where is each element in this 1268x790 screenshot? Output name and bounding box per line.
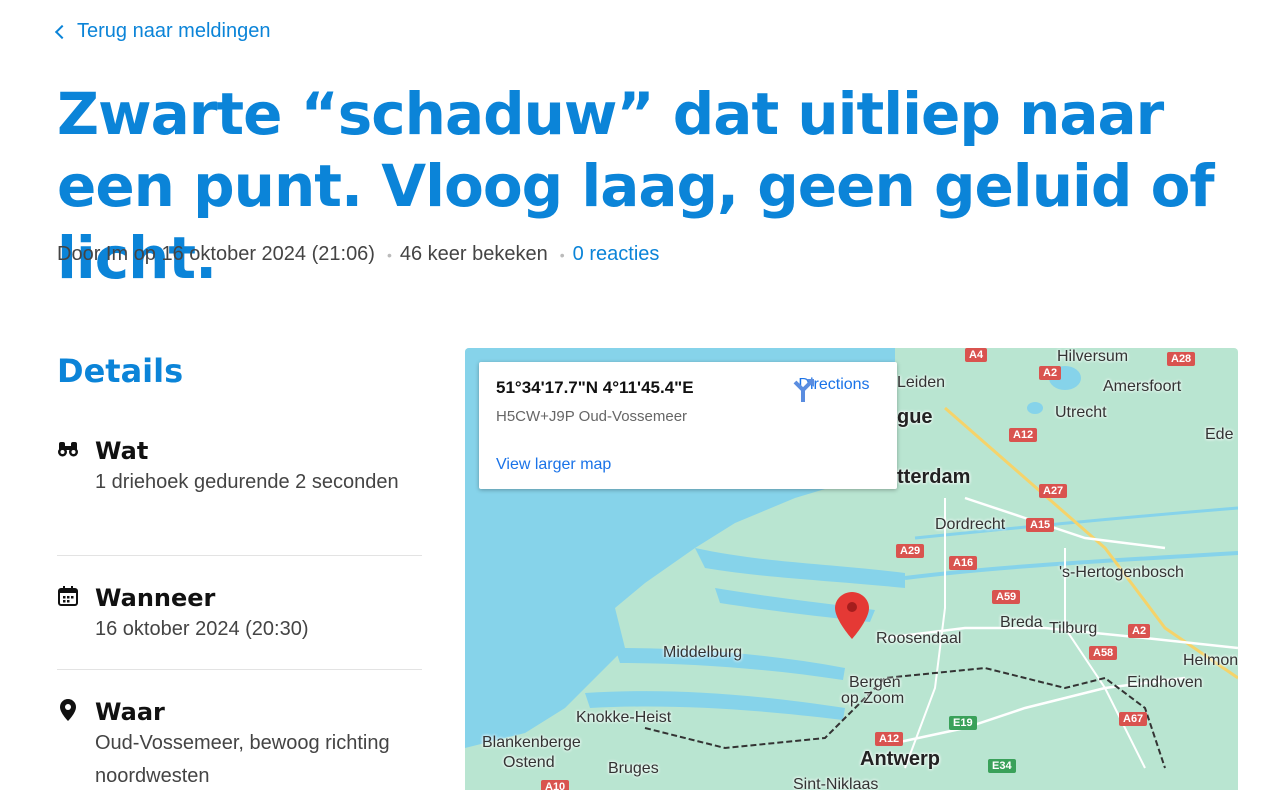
- detail-value: 16 oktober 2024 (20:30): [95, 618, 309, 640]
- map-place: tterdam: [897, 466, 971, 488]
- road-shield: E19: [949, 716, 977, 730]
- map-place: Helmon: [1183, 652, 1238, 669]
- binoculars-icon: [57, 438, 79, 460]
- map-place: Tilburg: [1049, 620, 1098, 637]
- map-info-card: 51°34'17.7"N 4°11'45.4"E H5CW+J9P Oud-Vo…: [479, 362, 897, 489]
- map-place: Blankenberge: [482, 734, 581, 751]
- meta-separator: •: [386, 246, 392, 263]
- map-place: Leiden: [897, 374, 946, 391]
- map-place: Sint-Niklaas: [793, 776, 879, 790]
- divider: [57, 555, 422, 556]
- road-shield: A12: [875, 732, 904, 746]
- road-shield: A15: [1026, 518, 1055, 532]
- road-shield: A67: [1119, 712, 1148, 726]
- details-heading: Details: [57, 352, 184, 390]
- map-place: Ostend: [503, 754, 555, 771]
- embedded-map[interactable]: Leiden gue Hilversum Amersfoort Utrecht …: [465, 348, 1238, 790]
- reactions-link[interactable]: 0 reacties: [573, 243, 660, 266]
- map-place: gue: [897, 406, 933, 428]
- road-shield: A58: [1089, 646, 1118, 660]
- road-shield: E34: [988, 759, 1016, 773]
- road-shield: A59: [992, 590, 1021, 604]
- meta-separator: •: [559, 246, 565, 263]
- meta-author-date: Door Im op 16 oktober 2024 (21:06): [57, 243, 375, 265]
- road-shield: A2: [1128, 624, 1151, 638]
- map-place: 's-Hertogenbosch: [1059, 564, 1184, 581]
- road-shield: A2: [1039, 366, 1062, 380]
- detail-what: Wat 1 driehoek gedurende 2 seconden: [57, 436, 422, 499]
- road-shield: A4: [965, 348, 988, 362]
- back-link-label: Terug naar meldingen: [77, 20, 271, 42]
- map-place: Knokke-Heist: [576, 709, 672, 726]
- map-place: Eindhoven: [1127, 674, 1203, 691]
- map-place: Utrecht: [1055, 404, 1107, 421]
- detail-when: Wanneer 16 oktober 2024 (20:30): [57, 583, 422, 646]
- road-shield: A27: [1039, 484, 1068, 498]
- road-shield: A29: [896, 544, 925, 558]
- back-to-reports-link[interactable]: Terug naar meldingen: [54, 20, 271, 43]
- map-plus-code: H5CW+J9P Oud-Vossemeer: [496, 408, 688, 425]
- map-coordinates: 51°34'17.7"N 4°11'45.4"E: [496, 378, 694, 397]
- report-meta: Door Im op 16 oktober 2024 (21:06) • 46 …: [57, 243, 659, 266]
- map-place: Breda: [1000, 614, 1043, 631]
- location-pin-icon: [57, 699, 79, 721]
- detail-value: 1 driehoek gedurende 2 seconden: [95, 471, 399, 493]
- map-place: Dordrecht: [935, 516, 1006, 533]
- detail-value: Oud-Vossemeer, bewoog richting noordwest…: [95, 732, 390, 787]
- directions-icon: [793, 379, 814, 402]
- directions-button[interactable]: Directions: [789, 376, 879, 402]
- meta-views: 46 keer bekeken: [399, 243, 548, 265]
- detail-label: Waar: [95, 698, 165, 726]
- chevron-left-icon: [54, 24, 70, 39]
- view-larger-map-link[interactable]: View larger map: [496, 456, 611, 474]
- map-place: Roosendaal: [876, 630, 962, 647]
- map-place: Amersfoort: [1103, 378, 1182, 395]
- map-place: Hilversum: [1057, 348, 1129, 365]
- map-place: Ede: [1205, 426, 1234, 443]
- road-shield: A10: [541, 780, 570, 790]
- calendar-icon: [57, 585, 79, 607]
- road-shield: A12: [1009, 428, 1038, 442]
- road-shield: A28: [1167, 352, 1196, 366]
- detail-label: Wat: [95, 437, 149, 465]
- map-place: Bruges: [608, 760, 659, 777]
- road-shield: A16: [949, 556, 978, 570]
- detail-where: Waar Oud-Vossemeer, bewoog richting noor…: [57, 697, 422, 790]
- detail-label: Wanneer: [95, 584, 216, 612]
- map-place: op Zoom: [841, 690, 905, 707]
- map-place: Antwerp: [860, 748, 940, 770]
- divider: [57, 669, 422, 670]
- map-place: Middelburg: [663, 644, 743, 661]
